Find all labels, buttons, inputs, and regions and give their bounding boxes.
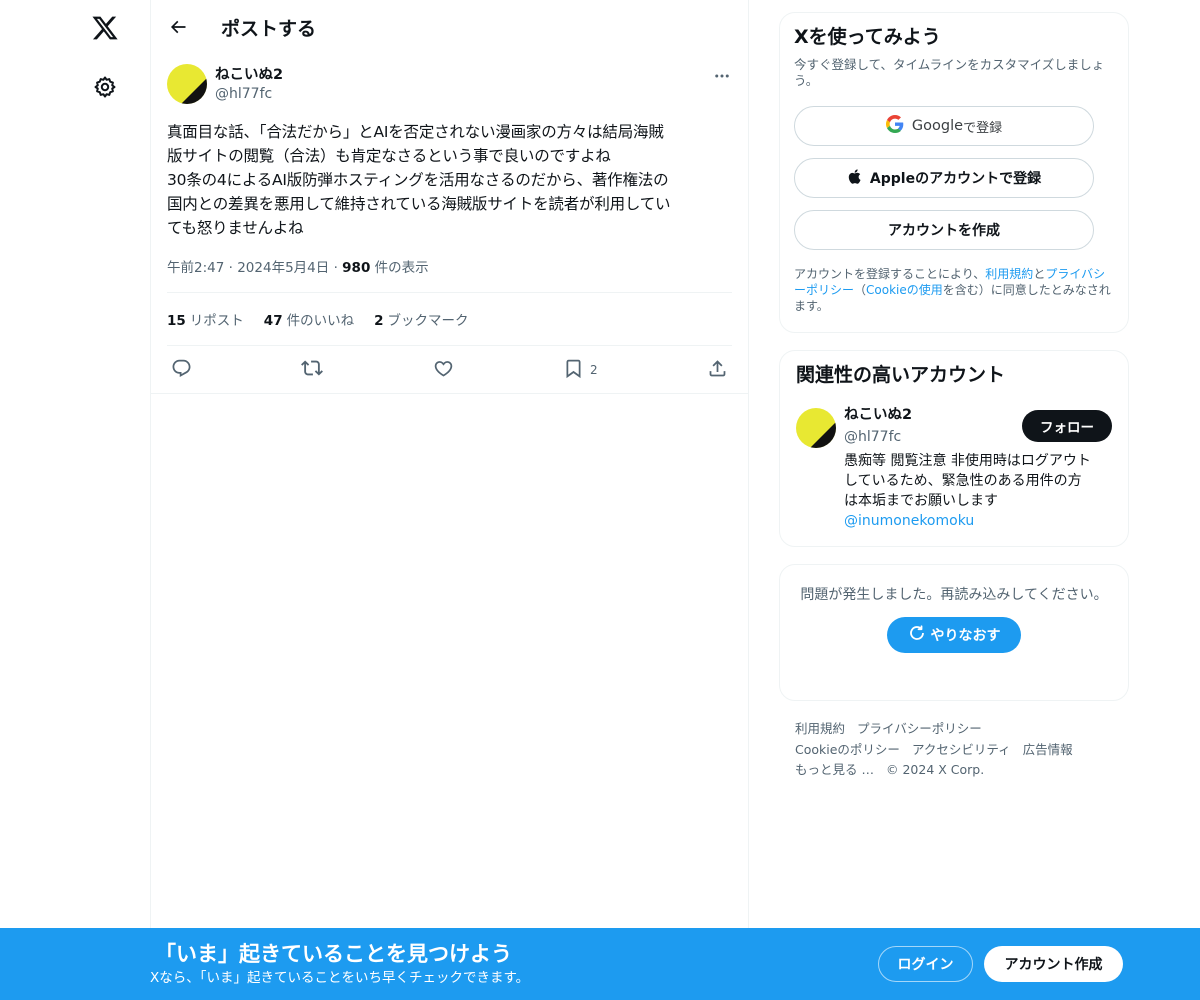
login-button[interactable]: ログイン [878, 946, 973, 982]
author-meta: ねこいぬ2 @hl77fc [215, 66, 283, 104]
google-brand: Google [911, 118, 964, 134]
post-time[interactable]: 午前2:47 [167, 260, 224, 276]
create-account-button[interactable]: アカウントを作成 [794, 210, 1094, 250]
google-suffix: で登録 [963, 120, 1003, 136]
meta-separator: · [228, 260, 238, 276]
cookie-link[interactable]: Cookieの使用 [866, 283, 943, 297]
signup-title: Xを使ってみよう [794, 26, 941, 48]
back-arrow-icon[interactable] [165, 14, 191, 40]
footer-links: 利用規約 プライバシーポリシー Cookieのポリシー アクセシビリティ 広告情報 も… [779, 719, 1129, 781]
reply-button[interactable] [171, 358, 192, 382]
bookmarks-stat[interactable]: 2 ブックマーク [374, 309, 468, 329]
left-nav [0, 0, 150, 1000]
more-options-icon[interactable] [712, 66, 732, 86]
post-meta: 午前2:47 · 2024年5月4日 · 980 件の表示 [167, 254, 732, 282]
bio-line: は本垢までお願いします [844, 493, 998, 509]
author-avatar[interactable] [167, 64, 207, 104]
terms-mid: （ [854, 283, 867, 297]
post-author: ねこいぬ2 @hl77fc [167, 64, 732, 114]
post-text-line: 国内との差異を悪用して維持されている海賊版サイトを読者が利用してい [167, 195, 671, 213]
share-icon [707, 358, 728, 382]
related-bio: 愚痴等 閲覧注意 非使用時はログアウト しているため、緊急性のある用件の方 は本… [844, 451, 1106, 531]
divider [151, 393, 748, 394]
related-avatar[interactable] [796, 408, 836, 448]
post-text-line: ても怒りませんよね [167, 219, 304, 237]
post-date[interactable]: 2024年5月4日 [237, 260, 329, 276]
heart-icon [433, 358, 454, 382]
x-logo-icon[interactable] [85, 8, 125, 48]
bookmark-icon [563, 358, 584, 382]
post-text-line: 版サイトの閲覧（合法）も肯定なさるという事で良いのですよね [167, 147, 611, 165]
terms-prefix: アカウントを登録することにより、 [794, 267, 986, 281]
post-stats: 15 リポスト 47 件のいいね 2 ブックマーク [167, 293, 732, 346]
post: ねこいぬ2 @hl77fc 真面目な話、「合法だから」とAIを否定されない漫画家… [151, 54, 748, 394]
main-header: ポストする [151, 0, 748, 54]
likes-label: 件のいいね [286, 313, 355, 329]
share-button[interactable] [707, 358, 728, 382]
apple-icon [847, 167, 870, 190]
likes-count: 47 [263, 313, 283, 329]
related-title: 関連性の高いアカウント [796, 364, 1006, 386]
bottom-signup-button[interactable]: アカウント作成 [984, 946, 1123, 982]
reposts-count: 15 [167, 313, 186, 329]
post-text-line: 30条の4によるAI版防弾ホスティングを活用なさるのだから、著作権法の [167, 171, 669, 189]
terms-link[interactable]: 利用規約 [985, 267, 1033, 281]
terms-and: と [1033, 267, 1046, 281]
related-accounts-card: 関連性の高いアカウント ねこいぬ2 @hl77fc 愚痴等 閲覧注意 非使用時は… [779, 350, 1129, 547]
related-account[interactable]: ねこいぬ2 @hl77fc 愚痴等 閲覧注意 非使用時はログアウト しているため… [796, 405, 1112, 531]
bio-line: しているため、緊急性のある用件の方 [844, 473, 1082, 489]
footer-copyright: © 2024 X Corp. [885, 762, 985, 777]
author-handle[interactable]: @hl77fc [215, 85, 283, 104]
error-message: 問題が発生しました。再読み込みしてください。 [800, 587, 1108, 603]
apple-signup-label: Appleのアカウントで登録 [869, 171, 1042, 187]
repost-button[interactable] [301, 357, 324, 382]
google-signup-button[interactable]: Google で登録 [794, 106, 1094, 146]
footer-ads-link[interactable]: 広告情報 [1023, 742, 1073, 757]
post-text: 真面目な話、「合法だから」とAIを否定されない漫画家の方々は結局海賊 版サイトの… [167, 120, 732, 240]
bio-mention-link[interactable]: @inumonekomoku [844, 511, 1106, 531]
signup-subtitle: 今すぐ登録して、タイムラインをカスタマイズしましょう。 [794, 57, 1105, 88]
footer-cookie-link[interactable]: Cookieのポリシー [795, 742, 900, 757]
right-sidebar: Xを使ってみよう 今すぐ登録して、タイムラインをカスタマイズしましょう。 Goo… [779, 12, 1129, 781]
settings-gear-icon[interactable] [88, 70, 122, 104]
post-text-line: 真面目な話、「合法だから」とAIを否定されない漫画家の方々は結局海賊 [167, 123, 664, 141]
likes-stat[interactable]: 47 件のいいね [264, 309, 354, 329]
google-icon [885, 115, 912, 137]
author-name[interactable]: ねこいぬ2 [215, 66, 283, 85]
refresh-icon [908, 624, 931, 646]
create-account-label: アカウントを作成 [888, 223, 1000, 239]
retry-label: やりなおす [930, 628, 1001, 644]
like-button[interactable] [433, 358, 454, 382]
follow-button[interactable]: フォロー [1022, 410, 1112, 442]
repost-icon [301, 357, 324, 382]
views-count: 980 [342, 260, 371, 276]
reposts-label: リポスト [189, 313, 244, 329]
meta-separator: · [333, 260, 343, 276]
bookmarks-count: 2 [374, 313, 384, 329]
main-column: ポストする ねこいぬ2 @hl77fc 真面目な話、「合法だから」とAIを否定さ… [150, 0, 749, 1000]
bio-line: 愚痴等 閲覧注意 非使用時はログアウト [844, 453, 1091, 469]
footer-more-link[interactable]: もっと見る … [795, 762, 874, 777]
apple-signup-button[interactable]: Appleのアカウントで登録 [794, 158, 1094, 198]
footer-terms-link[interactable]: 利用規約 [795, 721, 845, 736]
reposts-stat[interactable]: 15 リポスト [167, 309, 244, 329]
divider [167, 282, 732, 293]
bookmark-count: 2 [589, 362, 598, 377]
bookmark-button[interactable]: 2 [563, 358, 598, 382]
error-card: 問題が発生しました。再読み込みしてください。 やりなおす [779, 564, 1129, 701]
post-actions: 2 [167, 346, 732, 393]
signup-card: Xを使ってみよう 今すぐ登録して、タイムラインをカスタマイズしましょう。 Goo… [779, 12, 1129, 333]
bottom-bar-subtitle: Xなら、「いま」起きていることをいち早くチェックできます。 [150, 970, 530, 986]
bottom-bar-title: 「いま」起きていることを見つけよう [155, 942, 512, 966]
views-label: 件の表示 [374, 260, 429, 276]
bookmarks-label: ブックマーク [387, 313, 469, 329]
footer-accessibility-link[interactable]: アクセシビリティ [912, 742, 1011, 757]
terms-text: アカウントを登録することにより、利用規約とプライバシーポリシー（Cookieの使… [794, 266, 1114, 314]
retry-button[interactable]: やりなおす [887, 617, 1021, 653]
bottom-signup-bar: 「いま」起きていることを見つけよう Xなら、「いま」起きていることをいち早くチェ… [0, 928, 1200, 1000]
reply-icon [171, 358, 192, 382]
page-title: ポストする [221, 17, 317, 40]
footer-privacy-link[interactable]: プライバシーポリシー [857, 721, 982, 736]
